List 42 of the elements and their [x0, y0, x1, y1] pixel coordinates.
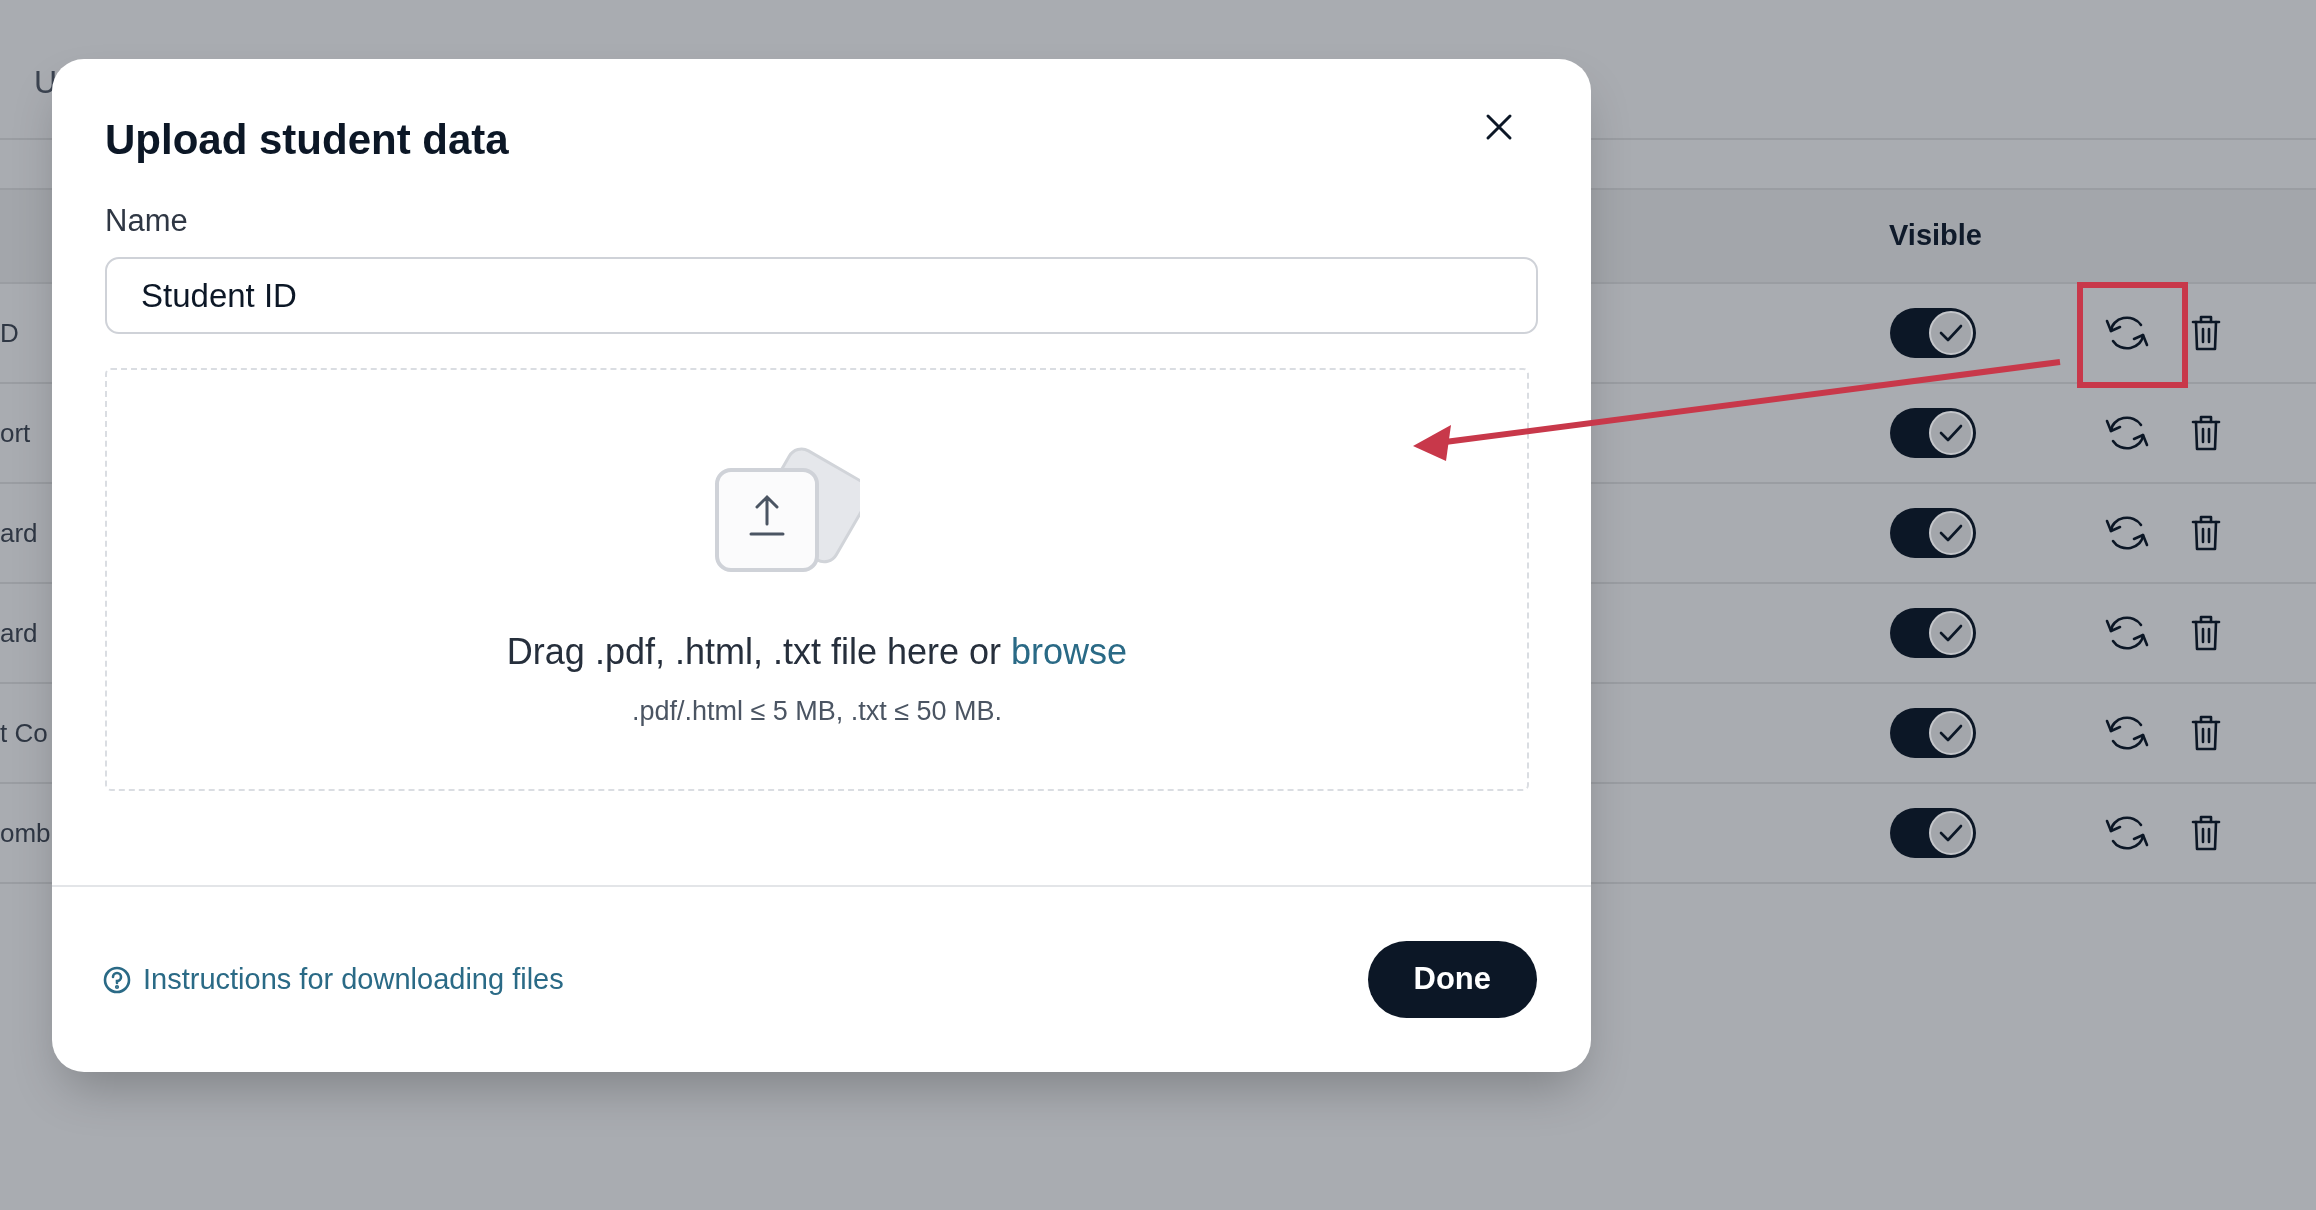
trash-icon[interactable] [2191, 814, 2221, 852]
refresh-icon[interactable] [2105, 713, 2149, 753]
refresh-icon[interactable] [2105, 413, 2149, 453]
row-label: ard [0, 616, 38, 650]
check-icon [1938, 522, 1964, 544]
visibility-toggle[interactable] [1890, 408, 1976, 458]
visibility-toggle[interactable] [1890, 608, 1976, 658]
help-link[interactable]: Instructions for downloading files [103, 957, 564, 1002]
browse-link[interactable]: browse [1011, 631, 1128, 672]
row-label: ard [0, 516, 38, 550]
check-icon [1938, 422, 1964, 444]
field-label: Name [105, 202, 188, 240]
help-icon [103, 965, 131, 994]
dialog-title: Upload student data [105, 115, 509, 165]
trash-icon[interactable] [2191, 314, 2221, 352]
visibility-toggle[interactable] [1890, 508, 1976, 558]
refresh-icon[interactable] [2105, 313, 2149, 353]
trash-icon[interactable] [2191, 714, 2221, 752]
row-label: ort [0, 416, 31, 450]
check-icon [1938, 722, 1964, 744]
visibility-toggle[interactable] [1890, 308, 1976, 358]
refresh-icon[interactable] [2105, 513, 2149, 553]
close-icon [1485, 113, 1513, 141]
file-size-limits: .pdf/.html ≤ 5 MB, .txt ≤ 50 MB. [631, 696, 1003, 726]
column-header: Visible [1889, 218, 1982, 254]
drop-zone[interactable]: Drag .pdf, .html, .txt file here or browse .pdf/.html ≤ 5 MB, .txt ≤ 50 MB. [105, 368, 1529, 791]
row-label: t Co [0, 716, 48, 750]
trash-icon[interactable] [2191, 614, 2221, 652]
check-icon [1938, 622, 1964, 644]
trash-icon[interactable] [2191, 514, 2221, 552]
check-icon [1938, 322, 1964, 344]
visibility-toggle[interactable] [1890, 808, 1976, 858]
visibility-toggle[interactable] [1890, 708, 1976, 758]
refresh-icon[interactable] [2105, 613, 2149, 653]
row-label: D [0, 316, 19, 350]
trash-icon[interactable] [2191, 414, 2221, 452]
name-input[interactable]: Student ID [105, 257, 1538, 334]
upload-instructions: Drag .pdf, .html, .txt file here or browse [506, 630, 1128, 674]
row-label: omb [0, 816, 51, 850]
refresh-icon[interactable] [2105, 813, 2149, 853]
done-button[interactable]: Done [1367, 941, 1537, 1018]
check-icon [1938, 822, 1964, 844]
